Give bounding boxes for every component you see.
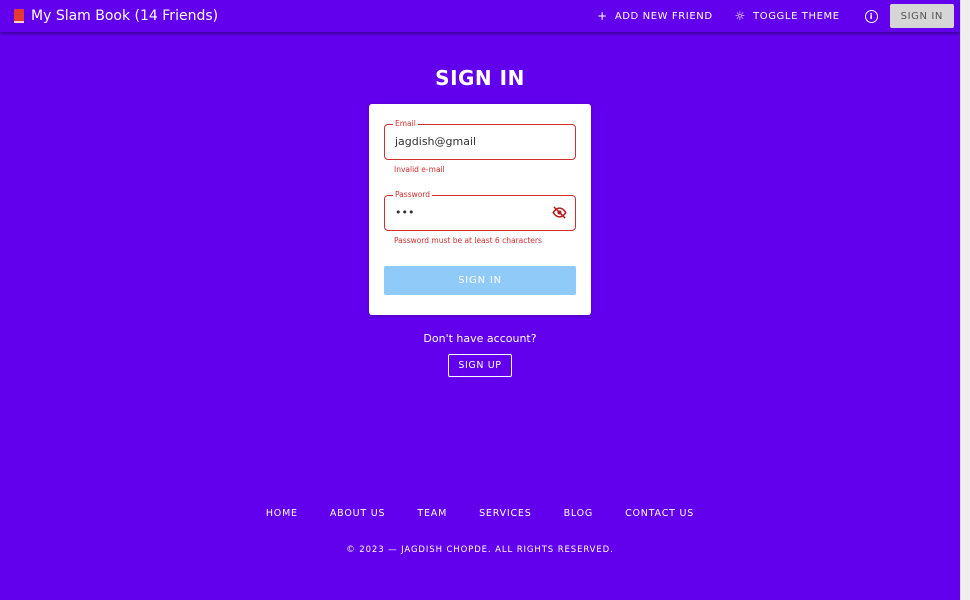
password-error: Password must be at least 6 characters: [394, 236, 542, 245]
copyright: © 2023 — JAGDISH CHOPDE. ALL RIGHTS RESE…: [346, 545, 614, 555]
email-label: Email: [393, 119, 418, 128]
page-title: SIGN IN: [435, 66, 525, 90]
no-account-text: Don't have account?: [423, 332, 537, 345]
sun-icon: ☼: [734, 9, 747, 23]
signin-card: Email jagdish@gmail Invalid e-mail Passw…: [369, 104, 591, 315]
password-field[interactable]: Password •••: [384, 190, 576, 231]
add-new-friend-label: ADD NEW FRIEND: [614, 10, 713, 22]
footer-link-blog[interactable]: BLOG: [564, 508, 594, 519]
signup-button[interactable]: SIGN UP: [448, 354, 512, 377]
info-icon[interactable]: i: [864, 9, 878, 23]
toggle-theme-button[interactable]: ☼ TOGGLE THEME: [724, 0, 851, 32]
email-error: Invalid e-mail: [394, 165, 445, 174]
brand[interactable]: My Slam Book (14 Friends): [14, 8, 218, 24]
footer-link-about[interactable]: ABOUT US: [330, 508, 386, 519]
app-bar: My Slam Book (14 Friends) + ADD NEW FRIE…: [0, 0, 960, 32]
eye-off-icon[interactable]: [552, 206, 567, 219]
password-input[interactable]: •••: [395, 206, 414, 219]
signin-nav-button[interactable]: SIGN IN: [889, 4, 954, 28]
app-title: My Slam Book (14 Friends): [31, 8, 219, 24]
book-icon: [14, 9, 24, 23]
scrollbar[interactable]: [960, 0, 970, 600]
footer-links: HOME ABOUT US TEAM SERVICES BLOG CONTACT…: [0, 508, 960, 519]
signin-submit-button[interactable]: SIGN IN: [384, 266, 576, 295]
email-input[interactable]: jagdish@gmail: [395, 135, 476, 148]
footer-link-home[interactable]: HOME: [266, 508, 298, 519]
toggle-theme-label: TOGGLE THEME: [753, 10, 840, 22]
email-field[interactable]: Email jagdish@gmail: [384, 119, 576, 160]
nav-actions: + ADD NEW FRIEND ☼ TOGGLE THEME i SIGN I…: [586, 0, 954, 32]
footer-link-team[interactable]: TEAM: [417, 508, 447, 519]
password-label: Password: [393, 190, 433, 199]
add-new-friend-button[interactable]: + ADD NEW FRIEND: [586, 0, 724, 32]
plus-icon: +: [597, 9, 608, 23]
footer-link-services[interactable]: SERVICES: [479, 508, 531, 519]
footer-link-contact[interactable]: CONTACT US: [625, 508, 694, 519]
